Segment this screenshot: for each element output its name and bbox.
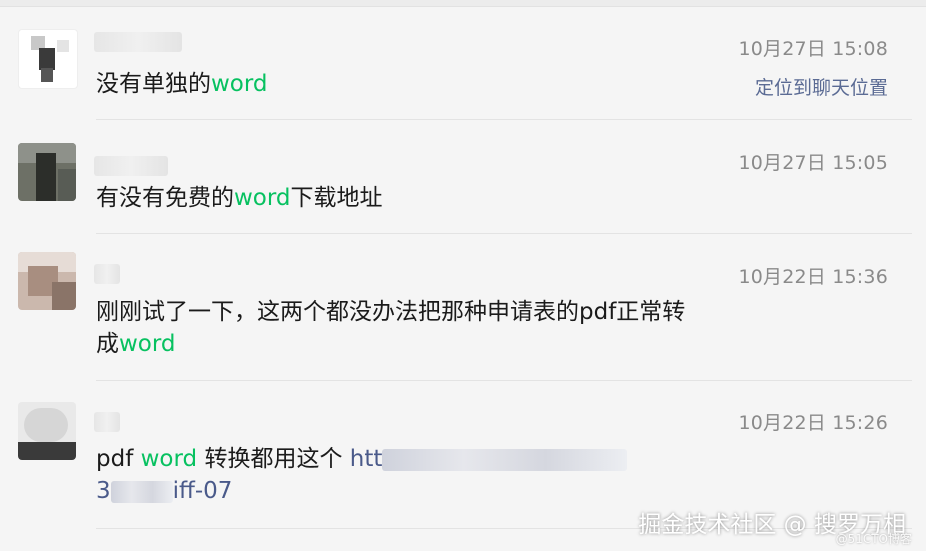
blurred-link-text	[110, 480, 173, 503]
keyword-highlight: word	[211, 71, 268, 97]
sender-name-blurred	[94, 412, 120, 432]
message-text: 没有单独的word	[96, 71, 268, 97]
keyword-highlight: word	[234, 185, 291, 211]
sender-name-blurred	[94, 264, 120, 284]
shared-link[interactable]: 3	[96, 478, 111, 504]
sender-name-blurred	[94, 156, 168, 176]
sender-name-blurred	[94, 32, 182, 52]
message-time: 10月22日 15:26	[738, 412, 888, 434]
keyword-highlight: word	[140, 446, 198, 472]
message-text: 刚刚试了一下，这两个都没办法把那种申请表的pdf正常转 成word	[96, 299, 686, 357]
shared-link[interactable]: iff-07	[173, 478, 233, 504]
watermark-small: @51CTO博客	[835, 532, 912, 546]
avatar[interactable]	[18, 29, 78, 89]
top-border	[0, 0, 926, 7]
message-text: pdf word 转换都用这个 htt 3 iff-07	[96, 443, 628, 507]
avatar[interactable]	[18, 252, 76, 310]
locate-in-chat-link[interactable]: 定位到聊天位置	[755, 73, 888, 100]
keyword-highlight: word	[119, 331, 176, 357]
avatar[interactable]	[18, 402, 76, 460]
message-time: 10月22日 15:36	[738, 266, 888, 288]
message-time: 10月27日 15:08	[738, 38, 888, 60]
message-text: 有没有免费的word下载地址	[96, 185, 383, 211]
divider	[96, 233, 912, 234]
divider	[96, 380, 912, 381]
blurred-link-text	[382, 448, 628, 471]
avatar[interactable]	[18, 143, 76, 201]
shared-link[interactable]: htt	[350, 446, 383, 472]
divider	[96, 119, 912, 120]
message-time: 10月27日 15:05	[738, 152, 888, 174]
